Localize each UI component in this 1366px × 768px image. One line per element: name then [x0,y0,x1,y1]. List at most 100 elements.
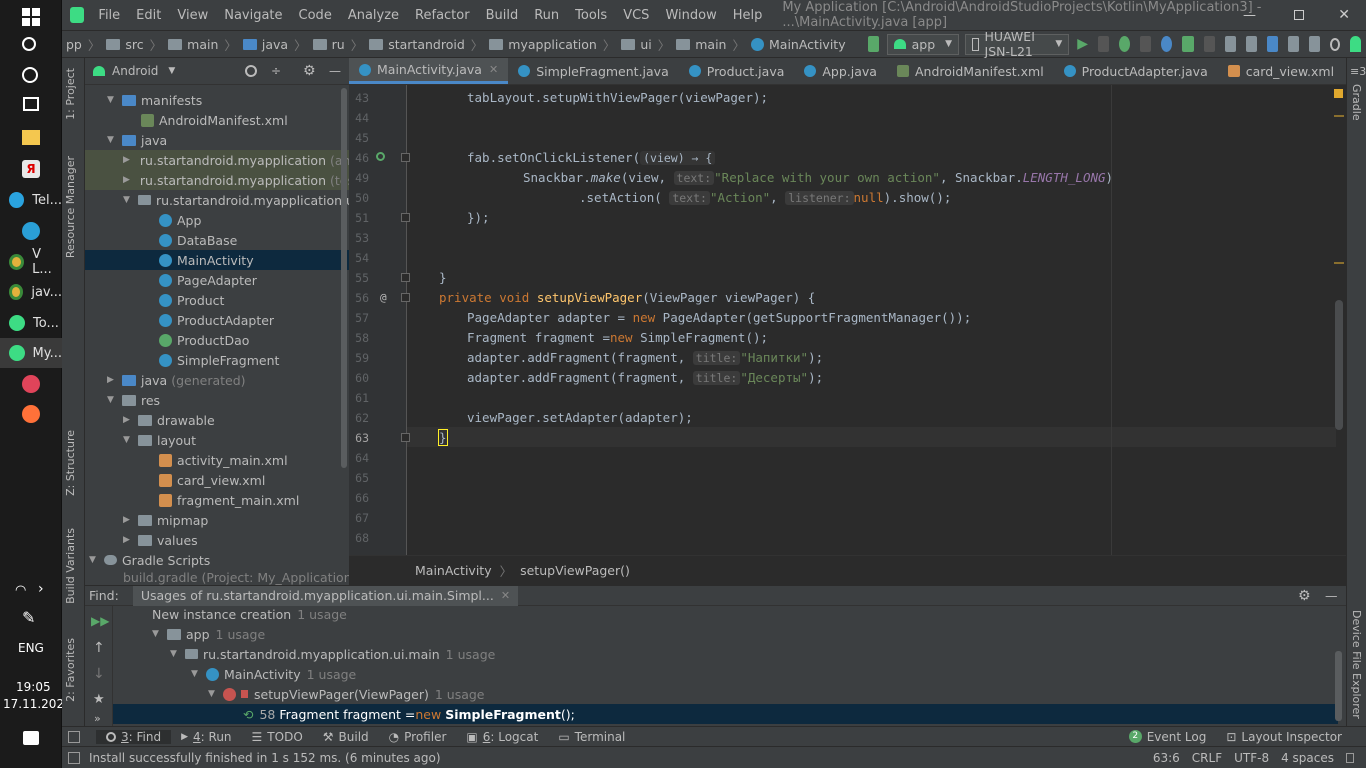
chevron-down-icon[interactable]: ▼ [168,66,175,76]
app-icon-red[interactable] [22,375,40,393]
firefox-icon[interactable] [22,405,40,423]
breadcrumb-mainactivity[interactable]: MainActivity [747,37,850,52]
tree-item-androidmanifest[interactable]: AndroidManifest.xml [141,110,288,130]
hide-icon[interactable]: — [329,64,341,78]
profile-icon[interactable] [1140,36,1152,52]
search-icon[interactable] [22,37,36,51]
tab-gradle[interactable]: Gradle [1350,84,1363,121]
breadcrumb-method[interactable]: setupViewPager() [520,563,630,578]
tree-item-simplefragment[interactable]: SimpleFragment [159,350,279,370]
edge-icon[interactable] [22,222,40,240]
run-config-select[interactable]: app ▼ [886,33,960,55]
fold-icon[interactable] [401,213,410,222]
file-explorer-icon[interactable] [22,130,40,145]
cursor-position[interactable]: 63:6 [1153,751,1180,765]
minimize-icon[interactable]: — [1243,8,1256,23]
tree-item-drawable[interactable]: ▶ drawable [123,410,215,430]
lock-icon[interactable] [1346,752,1354,763]
breadcrumb-pp[interactable]: pp [62,37,86,52]
tab-mainactivity-java[interactable]: MainActivity.java ✕ [349,58,509,84]
find-row-app[interactable]: ▼ app 1 usage [152,624,265,644]
toolwindow-terminal[interactable]: ▭ Terminal [548,730,635,744]
tree-item-build-gradle[interactable]: build.gradle (Project: My_Application [123,570,352,585]
collapse-all-icon[interactable]: ÷ [271,64,281,78]
menu-help[interactable]: Help [725,8,771,23]
menu-tools[interactable]: Tools [567,8,615,23]
cortana-icon[interactable] [22,67,38,83]
tree-item-layout[interactable]: ▼ layout [123,430,196,450]
restore-icon[interactable] [1294,10,1304,20]
tree-item-activity-main-xml[interactable]: activity_main.xml [159,450,288,470]
pin-icon[interactable]: ★ [93,692,105,707]
menu-window[interactable]: Window [657,8,724,23]
find-row-mainactivity[interactable]: ▼ MainActivity 1 usage [191,664,356,684]
file-encoding[interactable]: UTF-8 [1234,751,1269,765]
hide-icon[interactable]: — [1325,588,1338,603]
windows-start-icon[interactable] [22,8,40,26]
tab-resource-manager[interactable]: Resource Manager [64,156,77,258]
tree-item-mipmap[interactable]: ▶ mipmap [123,510,208,530]
tree-item-res[interactable]: ▼ res [107,390,160,410]
status-message[interactable]: Install successfully finished in 1 s 152… [89,751,441,765]
find-row-usage-selected[interactable]: ⟲ 58 Fragment fragment = new SimpleFragm… [113,704,1338,724]
language-indicator[interactable]: ENG [18,641,44,655]
hammer-icon[interactable] [867,36,879,52]
line-separator[interactable]: CRLF [1192,751,1222,765]
toolwindow-layout-inspector[interactable]: ⊡ Layout Inspector [1216,730,1352,744]
tree-item-package-androidtest[interactable]: ▶ru.startandroid.myapplication(andr [85,150,364,170]
arrow-up-icon[interactable]: ↑ [93,640,105,656]
yandex-browser-icon[interactable]: Я [22,160,40,178]
toolwindow-run[interactable]: ▶ 4: Run [171,730,241,744]
breadcrumb-startandroid[interactable]: startandroid [365,37,469,52]
menu-code[interactable]: Code [291,8,340,23]
wifi-icon[interactable]: ◠ [15,583,26,598]
project-view-select[interactable]: Android [112,64,158,78]
tree-item-values[interactable]: ▶ values [123,530,198,550]
sync-project-icon[interactable] [1224,36,1236,52]
toolwindow-profiler[interactable]: ◔ Profiler [379,730,457,744]
avd-manager-icon[interactable] [1245,36,1257,52]
taskbar-item-telegram[interactable]: Tel... [0,185,62,215]
tab-product-java[interactable]: Product.java [679,58,795,84]
tab-device-file-explorer[interactable]: Device File Explorer [1350,610,1363,719]
tree-item-java[interactable]: ▼ java [107,130,167,150]
tree-item-package-test[interactable]: ▶ru.startandroid.myapplication(test) [85,170,364,190]
tree-item-app[interactable]: App [159,210,201,230]
menu-edit[interactable]: Edit [128,8,169,23]
tree-item-productdao[interactable]: ProductDao [159,330,249,350]
tree-item-productadapter[interactable]: ProductAdapter [159,310,274,330]
taskbar-item-chrome-2[interactable]: jav... [0,277,62,307]
tree-item-product[interactable]: Product [159,290,224,310]
close-tab-icon[interactable]: ✕ [489,63,498,76]
code-editor[interactable]: 43 44 45 46 49 50 51 53 54 55 56 57 58 5… [349,85,1346,555]
menu-navigate[interactable]: Navigate [216,8,290,23]
find-usages-tab[interactable]: Usages of ru.startandroid.myapplication.… [132,585,519,606]
toolwindow-find[interactable]: 3: Find [96,729,172,744]
toolwindow-build[interactable]: ⚒ Build [313,730,379,744]
taskbar-item-chrome-1[interactable]: V L... [0,247,62,277]
toolwindow-todo[interactable]: ☰ TODO [242,730,313,744]
tree-item-database[interactable]: DataBase [159,230,237,250]
tab-favorites[interactable]: 2: Favorites [64,638,77,702]
arrow-down-icon[interactable]: ↓ [93,666,105,682]
menu-file[interactable]: File [90,8,128,23]
menu-view[interactable]: View [169,8,216,23]
close-icon[interactable]: ✕ [1338,7,1350,23]
find-row-new-instance[interactable]: New instance creation 1 usage [152,604,347,624]
tree-item-gradle-scripts[interactable]: ▼ Gradle Scripts [89,550,210,570]
taskbar-item-android-studio-1[interactable]: To... [0,308,62,338]
tab-app-java[interactable]: App.java [794,58,887,84]
profiler-icon[interactable] [1161,36,1173,52]
tree-item-pageadapter[interactable]: PageAdapter [159,270,257,290]
breadcrumb-src[interactable]: src [102,37,147,52]
tree-item-card-view-xml[interactable]: card_view.xml [159,470,265,490]
notification-icon[interactable] [23,731,39,745]
fold-icon[interactable] [401,293,410,302]
close-tab-icon[interactable]: ✕ [501,589,510,602]
menu-analyze[interactable]: Analyze [340,8,407,23]
project-scrollbar[interactable] [341,88,347,468]
locate-icon[interactable] [245,65,257,77]
taskbar-item-android-studio-2[interactable]: My... [0,338,62,368]
breadcrumb-class[interactable]: MainActivity [415,563,492,578]
breadcrumb-main-pkg[interactable]: main [672,37,730,52]
